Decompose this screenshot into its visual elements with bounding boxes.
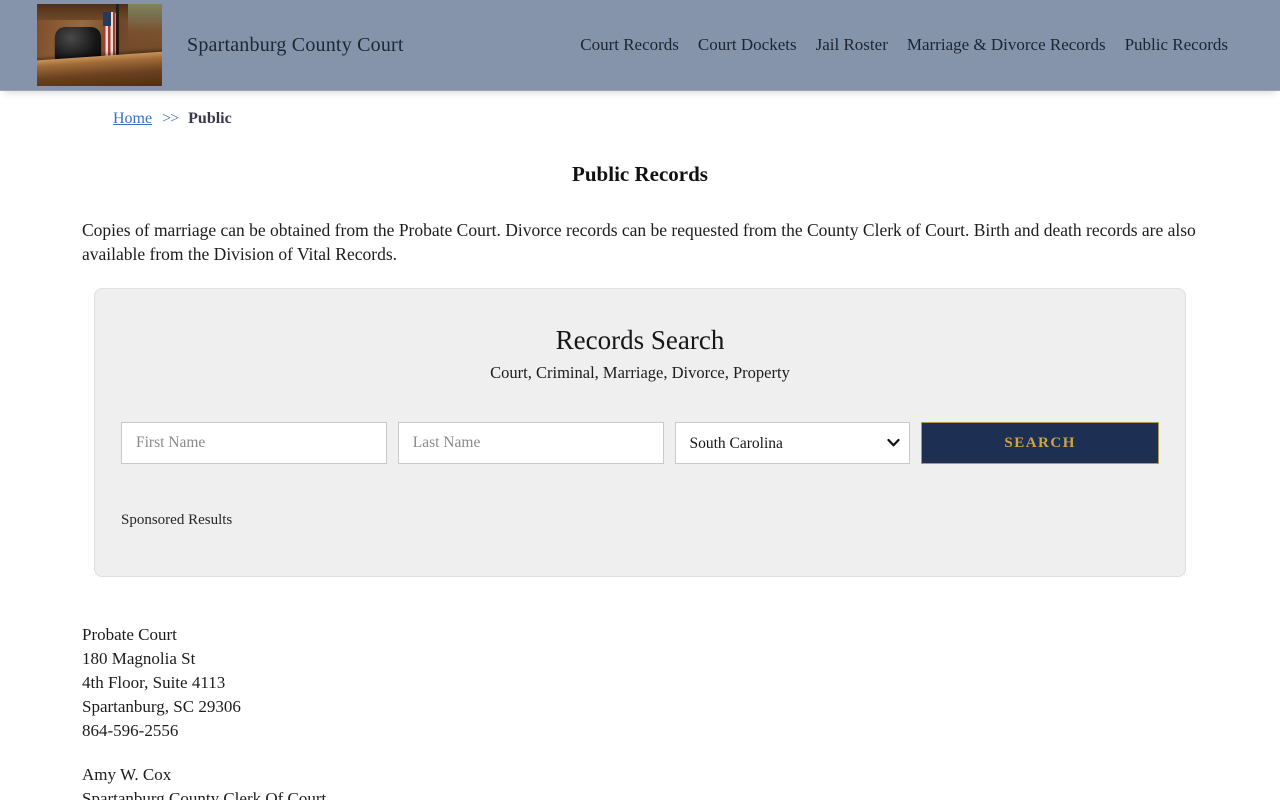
nav-item-court-dockets[interactable]: Court Dockets bbox=[698, 35, 797, 55]
search-form-row: South Carolina SEARCH bbox=[121, 422, 1159, 464]
contact-line: 864-596-2556 bbox=[82, 721, 179, 740]
main-content: Home >> Public Public Records Copies of … bbox=[82, 110, 1198, 800]
state-select-wrap: South Carolina bbox=[674, 422, 911, 464]
site-title: Spartanburg County Court bbox=[187, 33, 404, 56]
contact-info: Probate Court 180 Magnolia St 4th Floor,… bbox=[82, 623, 1198, 800]
us-flag-canton bbox=[103, 12, 111, 26]
breadcrumb-home-link[interactable]: Home bbox=[113, 110, 152, 128]
contact-line: 180 Magnolia St bbox=[82, 649, 196, 668]
main-nav: Court Records Court Dockets Jail Roster … bbox=[580, 0, 1228, 90]
contact-line: 4th Floor, Suite 4113 bbox=[82, 673, 226, 692]
last-name-input[interactable] bbox=[397, 422, 664, 464]
breadcrumb: Home >> Public bbox=[82, 110, 1198, 128]
nav-item-jail-roster[interactable]: Jail Roster bbox=[816, 35, 888, 55]
records-search-title: Records Search bbox=[555, 325, 725, 355]
nav-item-public-records[interactable]: Public Records bbox=[1125, 35, 1228, 55]
clerk-of-court-contact: Amy W. Cox Spartanburg County Clerk Of C… bbox=[82, 763, 1198, 800]
page-title: Public Records bbox=[572, 162, 708, 186]
contact-line: Amy W. Cox bbox=[82, 765, 172, 784]
courtroom-photo bbox=[37, 4, 162, 86]
probate-court-address: Probate Court 180 Magnolia St 4th Floor,… bbox=[82, 623, 1198, 743]
nav-item-court-records[interactable]: Court Records bbox=[580, 35, 679, 55]
site-header: Spartanburg County Court Court Records C… bbox=[0, 0, 1280, 90]
sponsored-results-label: Sponsored Results bbox=[121, 512, 233, 528]
search-button[interactable]: SEARCH bbox=[921, 422, 1159, 464]
records-search-subtitle: Court, Criminal, Marriage, Divorce, Prop… bbox=[490, 363, 790, 382]
intro-paragraph: Copies of marriage can be obtained from … bbox=[82, 220, 1196, 264]
records-search-panel: Records Search Court, Criminal, Marriage… bbox=[94, 288, 1186, 577]
state-select[interactable]: South Carolina bbox=[674, 422, 911, 464]
nav-item-marriage-divorce-records[interactable]: Marriage & Divorce Records bbox=[907, 35, 1106, 55]
contact-line: Spartanburg County Clerk Of Court bbox=[82, 789, 327, 800]
breadcrumb-current: Public bbox=[188, 110, 232, 127]
contact-line: Probate Court bbox=[82, 625, 177, 644]
breadcrumb-separator: >> bbox=[162, 110, 179, 127]
contact-line: Spartanburg, SC 29306 bbox=[82, 697, 241, 716]
first-name-input[interactable] bbox=[121, 422, 387, 464]
